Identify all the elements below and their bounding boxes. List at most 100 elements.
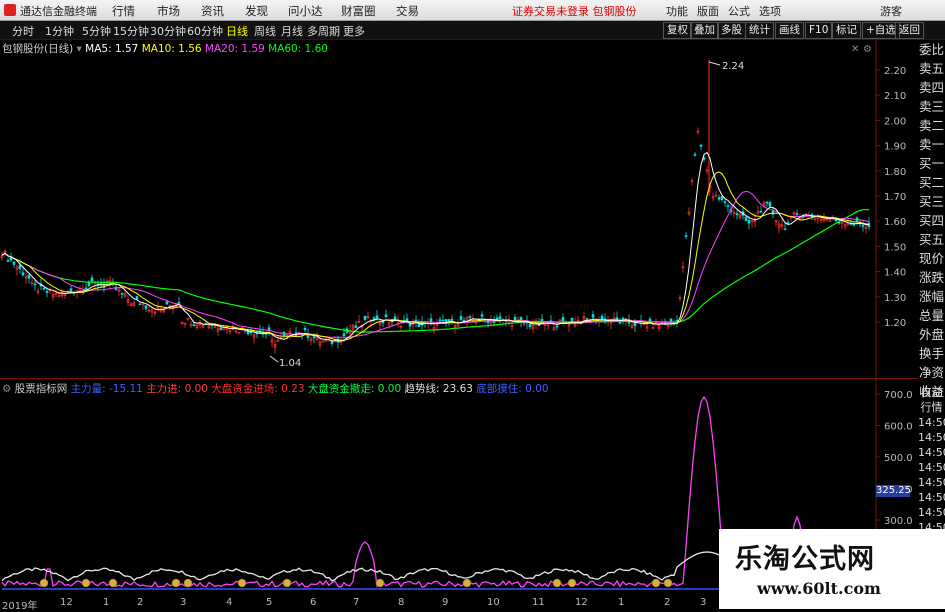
money-bag-icon	[81, 578, 91, 588]
price-tick-label: 2.00	[884, 116, 906, 127]
date-tick-label: 8	[398, 597, 405, 608]
date-tick-label: 7	[353, 597, 360, 608]
tab-15min[interactable]: 15分钟	[113, 23, 149, 39]
price-tick-label: 1.70	[884, 192, 906, 203]
title-bar: 通达信金融终端 行情 市场 资讯 发现 问小达 财富圈 交易 证券交易未登录 包…	[0, 0, 945, 21]
tab-intraday[interactable]: 分时	[12, 23, 34, 39]
close-icon[interactable]: ✕	[851, 44, 859, 55]
side-panel-tick: 14:50	[918, 446, 945, 459]
menu-functions[interactable]: 功能	[666, 3, 688, 19]
ma60-line	[1, 208, 870, 333]
side-panel-tick: 14:50	[918, 476, 945, 489]
candle-body	[498, 316, 502, 320]
candle-body	[138, 303, 142, 306]
date-axis: 2019年 12 1 2 3 4 5 6 7 8 9 10 11 12 1 2 3	[0, 597, 720, 612]
adjust-button[interactable]: 复权	[663, 22, 692, 39]
candle-body	[165, 301, 169, 305]
candle-body	[321, 340, 325, 343]
candle-body	[744, 217, 748, 222]
candle-body	[723, 201, 727, 203]
menu-ask[interactable]: 问小达	[288, 3, 323, 19]
menu-trade[interactable]: 交易	[396, 3, 419, 19]
overlay-button[interactable]: 叠加	[690, 22, 719, 39]
tab-weekly[interactable]: 周线	[254, 23, 276, 39]
tab-multi-period[interactable]: 多周期	[307, 23, 340, 39]
candle-body	[393, 316, 397, 320]
candle-body	[444, 319, 448, 323]
candle-body	[192, 324, 196, 326]
menu-quotes[interactable]: 行情	[112, 3, 135, 19]
menu-formula[interactable]: 公式	[728, 3, 750, 19]
candle-body	[540, 318, 544, 322]
f10-button[interactable]: F10	[805, 22, 833, 39]
candle-body	[459, 316, 463, 320]
tab-1min[interactable]: 1分钟	[45, 23, 74, 39]
price-axis: 2.20 2.10 2.00 1.90 1.80 1.70 1.60 1.50 1.40 1.30…	[876, 66, 906, 329]
money-bag-icon	[651, 578, 661, 588]
candle-body	[561, 317, 565, 322]
side-panel-item: 买一	[918, 156, 944, 171]
candle-body	[768, 202, 772, 207]
draw-button[interactable]: 画线	[775, 22, 804, 39]
price-tick-label: 2.10	[884, 91, 906, 102]
statistics-button[interactable]: 统计	[745, 22, 774, 39]
money-bag-icon	[183, 578, 193, 588]
date-tick-label: 12	[575, 597, 588, 608]
candle-body	[21, 272, 25, 276]
user-guest[interactable]: 游客	[880, 3, 902, 19]
tab-30min[interactable]: 30分钟	[150, 23, 186, 39]
tab-60min[interactable]: 60分钟	[187, 23, 223, 39]
gear-icon[interactable]: ⚙	[863, 44, 872, 55]
candle-body	[600, 315, 604, 320]
side-panel-item: 换手	[918, 346, 944, 361]
candle-body	[375, 315, 379, 319]
price-chart[interactable]: ✕ ⚙ 2.24 1.04 2.20 2.10 2.00 1.90 1.80 1.70 1.…	[0, 40, 918, 378]
candle-body	[27, 274, 31, 279]
menu-news[interactable]: 资讯	[201, 3, 224, 19]
site-watermark: 乐淘公式网 www.60lt.com	[719, 529, 945, 609]
menu-market[interactable]: 市场	[157, 3, 180, 19]
menu-options[interactable]: 选项	[759, 3, 781, 19]
date-tick-label: 4	[226, 597, 233, 608]
side-panel-tick: 14:50	[918, 491, 945, 504]
menu-discover[interactable]: 发现	[245, 3, 268, 19]
side-panel-item: 现价	[918, 251, 944, 266]
candle-body	[726, 205, 730, 207]
candlestick-series	[0, 59, 871, 354]
price-tick-label: 1.40	[884, 268, 906, 279]
back-button[interactable]: 返回	[895, 22, 924, 39]
side-panel-item: 卖五	[918, 61, 944, 76]
indicator-tick-label: 600.0	[884, 422, 913, 433]
candle-body	[648, 318, 652, 322]
side-panel-quotes: 委比 卖五 卖四 卖三 卖二 卖一 买一 买二 买三 买四 买五 现价 涨跌 涨幅 总量 外盘 换手 净资 收益	[918, 40, 945, 401]
menu-wealth[interactable]: 财富圈	[341, 3, 376, 19]
tab-5min[interactable]: 5分钟	[82, 23, 111, 39]
price-tick-label: 1.60	[884, 217, 906, 228]
candle-body	[852, 223, 856, 226]
price-tick-label: 2.20	[884, 66, 906, 77]
tab-monthly[interactable]: 月线	[281, 23, 303, 39]
login-notice: 证券交易未登录 包钢股份	[512, 5, 637, 18]
candle-body	[786, 222, 790, 224]
tab-more[interactable]: 更多	[343, 23, 365, 39]
mark-button[interactable]: 标记	[832, 22, 861, 39]
candle-body	[765, 201, 769, 204]
multi-stock-button[interactable]: 多股	[717, 22, 746, 39]
watermark-url: www.60lt.com	[757, 579, 881, 598]
money-bag-icon	[282, 578, 292, 588]
app-name: 通达信金融终端	[20, 5, 97, 18]
side-panel-item: 买四	[918, 213, 944, 228]
price-tick-label: 1.20	[884, 318, 906, 329]
menu-layout[interactable]: 版面	[697, 3, 719, 19]
date-tick-label: 12	[60, 597, 73, 608]
side-panel-item: 总量	[918, 308, 944, 323]
candle-body	[591, 314, 595, 318]
tab-daily[interactable]: 日线	[226, 23, 248, 39]
indicator-tick-label: 300.0	[884, 516, 913, 527]
date-tick-label: 3	[700, 597, 707, 608]
quote-side-panel: 委比 卖五 卖四 卖三 卖二 卖一 买一 买二 买三 买四 买五 现价 涨跌 涨幅 总量 外盘 换手 净资 收益 自…	[918, 40, 945, 609]
money-bag-icon	[567, 578, 577, 588]
side-panel-item: 委比	[918, 42, 944, 57]
candle-body	[720, 196, 724, 201]
candle-body	[669, 318, 673, 322]
